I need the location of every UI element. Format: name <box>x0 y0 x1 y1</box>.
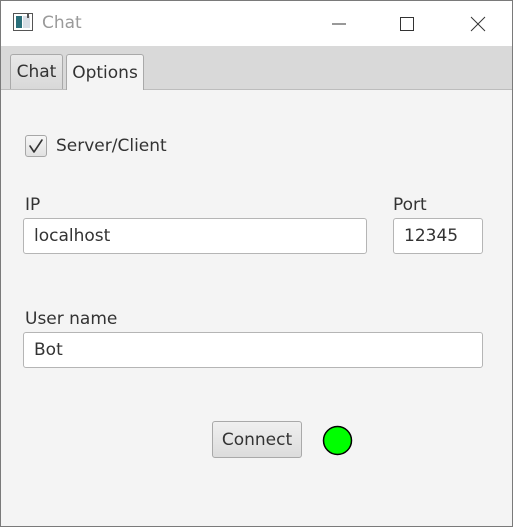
port-label: Port <box>393 195 427 215</box>
close-icon <box>470 16 486 31</box>
tab-bar: Chat Options <box>1 46 512 90</box>
tab-chat-label: Chat <box>16 62 57 82</box>
chat-window: Chat Chat Options Server/Client IP local… <box>0 0 513 527</box>
port-field[interactable] <box>393 218 483 254</box>
close-button[interactable] <box>455 1 501 46</box>
user-name-label: User name <box>25 309 118 329</box>
server-client-label: Server/Client <box>56 136 167 156</box>
maximize-icon <box>400 16 414 31</box>
maximize-button[interactable] <box>384 1 430 46</box>
title-bar[interactable]: Chat <box>1 1 512 46</box>
connect-button[interactable]: Connect <box>212 421 302 458</box>
server-client-checkbox[interactable] <box>25 135 47 157</box>
minimize-icon <box>332 23 346 24</box>
user-name-field[interactable] <box>23 332 483 368</box>
tab-chat[interactable]: Chat <box>10 54 63 89</box>
ip-label: IP <box>25 195 41 215</box>
minimize-button[interactable] <box>316 1 362 46</box>
app-icon <box>13 13 33 31</box>
checkmark-icon <box>29 139 43 153</box>
ip-field[interactable] <box>23 218 367 254</box>
tab-options[interactable]: Options <box>66 54 144 90</box>
window-title: Chat <box>42 13 82 33</box>
status-indicator-icon <box>322 425 353 456</box>
tab-options-label: Options <box>72 62 138 83</box>
server-client-toggle[interactable]: Server/Client <box>25 135 167 157</box>
